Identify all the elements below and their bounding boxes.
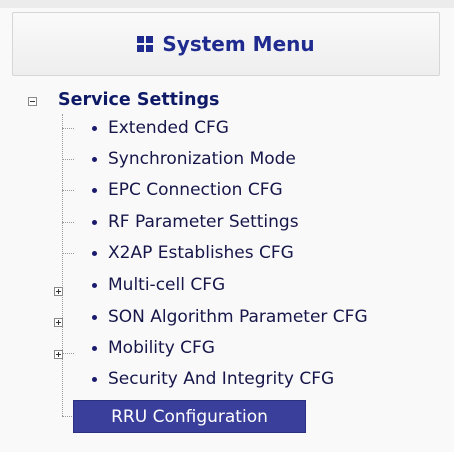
collapse-toggle-icon[interactable]: [28, 97, 37, 106]
grid-icon: [137, 36, 154, 52]
menu-item-label: SON Algorithm Parameter CFG: [108, 307, 368, 327]
menu-item-x2ap-establishes-cfg[interactable]: X2AP Establishes CFG: [92, 241, 294, 265]
top-strip: [0, 0, 454, 8]
menu-item-son-algorithm-parameter-cfg[interactable]: SON Algorithm Parameter CFG: [92, 305, 368, 329]
menu-item-label: Extended CFG: [108, 118, 229, 138]
menu-item-synchronization-mode[interactable]: Synchronization Mode: [92, 147, 296, 171]
bullet-icon: [92, 187, 97, 193]
menu-item-mobility-cfg[interactable]: Mobility CFG: [92, 336, 215, 360]
tree-branch: [62, 190, 74, 191]
bullet-icon: [92, 345, 97, 351]
menu-item-rru-configuration[interactable]: RRU Configuration: [73, 400, 306, 433]
bullet-icon: [92, 219, 97, 225]
bullet-icon: [92, 376, 97, 382]
menu-title: System Menu: [162, 32, 315, 56]
bullet-icon: [92, 125, 97, 131]
menu-item-rf-parameter-settings[interactable]: RF Parameter Settings: [92, 210, 299, 234]
menu-item-label: RF Parameter Settings: [108, 212, 299, 232]
menu-item-label: Security And Integrity CFG: [108, 369, 335, 389]
expand-toggle-icon[interactable]: [54, 350, 63, 359]
menu-item-extended-cfg[interactable]: Extended CFG: [92, 116, 229, 140]
bullet-icon: [92, 282, 97, 288]
menu-item-label: Synchronization Mode: [108, 149, 296, 169]
menu-item-label: X2AP Establishes CFG: [108, 243, 294, 263]
system-menu-header: System Menu: [12, 12, 440, 76]
bullet-icon: [92, 250, 97, 256]
menu-item-label: EPC Connection CFG: [108, 180, 283, 200]
expand-toggle-icon[interactable]: [54, 287, 63, 296]
expand-toggle-icon[interactable]: [54, 318, 63, 327]
menu-item-label: RRU Configuration: [111, 406, 268, 427]
section-service-settings[interactable]: Service Settings: [58, 90, 219, 110]
tree-branch: [62, 353, 74, 354]
menu-item-epc-connection-cfg[interactable]: EPC Connection CFG: [92, 178, 283, 202]
menu-item-security-and-integrity-cfg[interactable]: Security And Integrity CFG: [92, 367, 334, 391]
menu-item-label: Mobility CFG: [108, 338, 215, 358]
tree-branch: [62, 128, 74, 129]
bullet-icon: [92, 314, 97, 320]
menu-item-label: Multi-cell CFG: [108, 275, 226, 295]
tree-branch: [62, 253, 74, 254]
tree-branch: [62, 159, 74, 160]
bullet-icon: [92, 156, 97, 162]
menu-item-multi-cell-cfg[interactable]: Multi-cell CFG: [92, 273, 225, 297]
tree-branch: [62, 222, 74, 223]
